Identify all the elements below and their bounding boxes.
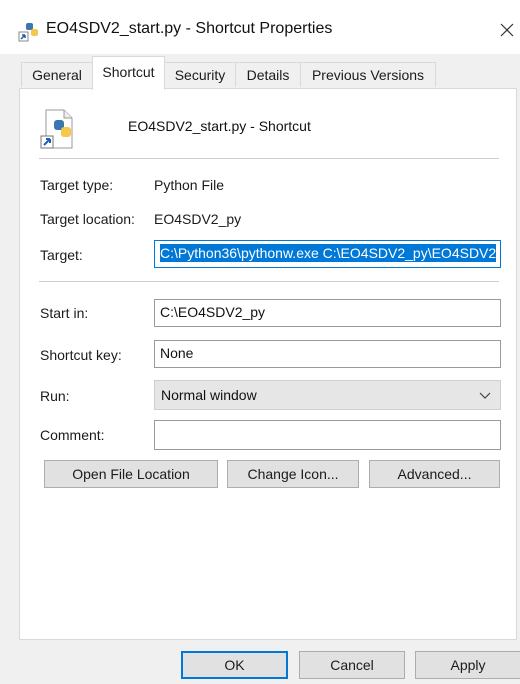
tab-details[interactable]: Details bbox=[235, 62, 301, 87]
shortcut-name: EO4SDV2_start.py - Shortcut bbox=[128, 118, 311, 134]
shortcut-key-label: Shortcut key: bbox=[40, 347, 122, 363]
target-type-value: Python File bbox=[154, 177, 225, 193]
apply-button[interactable]: Apply bbox=[415, 651, 520, 679]
target-type-label: Target type: bbox=[40, 177, 114, 193]
shortcut-key-input[interactable]: None bbox=[154, 340, 501, 368]
separator bbox=[39, 281, 499, 282]
python-shortcut-icon bbox=[18, 23, 38, 42]
change-icon-button[interactable]: Change Icon... bbox=[227, 460, 359, 488]
close-icon bbox=[500, 23, 514, 37]
run-label: Run: bbox=[40, 388, 70, 404]
separator bbox=[39, 158, 499, 159]
shortcut-properties-dialog: EO4SDV2_start.py - Shortcut Properties G… bbox=[0, 0, 520, 684]
advanced-button[interactable]: Advanced... bbox=[369, 460, 500, 488]
window-title: EO4SDV2_start.py - Shortcut Properties bbox=[46, 20, 333, 37]
open-file-location-button[interactable]: Open File Location bbox=[44, 460, 218, 488]
chevron-down-icon bbox=[479, 392, 491, 399]
title-bar: EO4SDV2_start.py - Shortcut Properties bbox=[0, 0, 520, 54]
ok-button[interactable]: OK bbox=[181, 651, 288, 679]
target-location-value: EO4SDV2_py bbox=[154, 211, 242, 227]
tab-strip: General Shortcut Security Details Previo… bbox=[0, 54, 520, 90]
target-location-label: Target location: bbox=[40, 211, 135, 227]
comment-label: Comment: bbox=[40, 427, 105, 443]
run-select-value: Normal window bbox=[161, 387, 257, 403]
target-input[interactable]: C:\Python36\pythonw.exe C:\EO4SDV2_py\EO… bbox=[154, 240, 501, 268]
python-file-icon bbox=[40, 109, 73, 149]
tab-general[interactable]: General bbox=[21, 62, 93, 87]
close-button[interactable] bbox=[494, 16, 520, 44]
target-label: Target: bbox=[40, 247, 83, 263]
tab-previous-versions[interactable]: Previous Versions bbox=[300, 62, 436, 87]
start-in-input[interactable]: C:\EO4SDV2_py bbox=[154, 299, 501, 327]
run-select[interactable]: Normal window bbox=[154, 380, 501, 410]
comment-input[interactable] bbox=[154, 420, 501, 450]
cancel-button[interactable]: Cancel bbox=[299, 651, 405, 679]
start-in-label: Start in: bbox=[40, 305, 89, 321]
tab-security[interactable]: Security bbox=[164, 62, 236, 87]
target-input-text: C:\Python36\pythonw.exe C:\EO4SDV2_py\EO… bbox=[160, 244, 497, 262]
tab-shortcut[interactable]: Shortcut bbox=[92, 56, 165, 90]
